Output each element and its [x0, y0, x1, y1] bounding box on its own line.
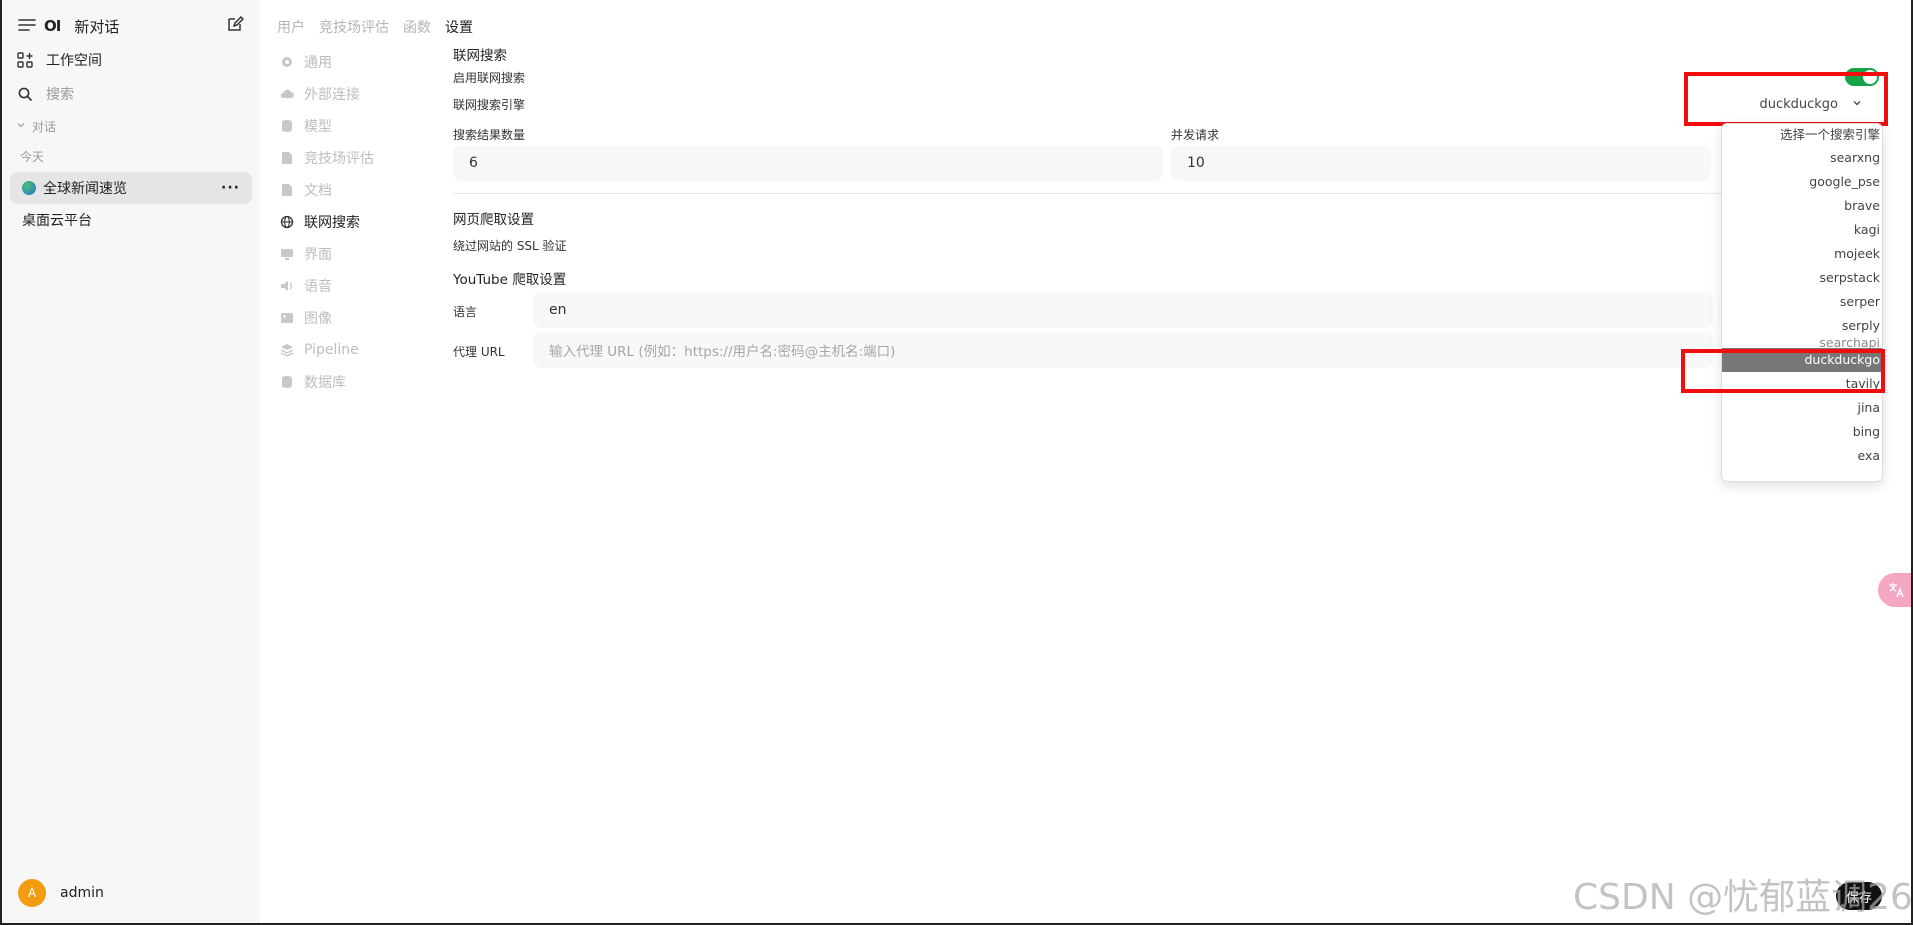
settings-nav-label: 通用 [304, 55, 332, 71]
avatar: A [18, 879, 46, 907]
settings-nav-label: 语音 [304, 279, 332, 295]
chat-item[interactable]: 桌面云平台 [10, 204, 252, 236]
dropdown-option[interactable]: google_pse [1722, 170, 1882, 194]
search-icon [16, 85, 34, 103]
document-icon [280, 151, 294, 165]
divider [453, 193, 1721, 194]
youtube-language-label: 语言 [453, 305, 478, 319]
tab-users[interactable]: 用户 [277, 17, 305, 37]
settings-nav-arena[interactable]: 竞技场评估 [280, 142, 430, 174]
dropdown-option[interactable]: exa [1722, 444, 1882, 468]
monitor-icon [280, 247, 294, 261]
youtube-language-input[interactable]: en [533, 292, 1713, 328]
tab-settings[interactable]: 设置 [445, 17, 473, 37]
settings-nav-documents[interactable]: 文档 [280, 174, 430, 206]
chats-header-label: 对话 [32, 119, 57, 134]
settings-nav-label: 外部连接 [304, 87, 360, 103]
chats-section-header[interactable]: 对话 [16, 116, 246, 136]
settings-nav-label: 图像 [304, 311, 332, 327]
settings-nav-connections[interactable]: 外部连接 [280, 78, 430, 110]
sidebar-search[interactable]: 搜索 [16, 80, 246, 108]
tab-functions[interactable]: 函数 [403, 17, 431, 37]
search-input[interactable]: 搜索 [46, 84, 74, 104]
speaker-icon [280, 279, 294, 293]
enable-web-search-label: 启用联网搜索 [453, 71, 526, 85]
sidebar-header: OI 新对话 [18, 12, 245, 40]
settings-nav-interface[interactable]: 界面 [280, 238, 430, 270]
search-engine-dropdown: 选择一个搜索引擎 searxng google_pse brave kagi m… [1721, 123, 1883, 482]
settings-nav-label: 文档 [304, 183, 332, 199]
logo[interactable]: OI [44, 17, 61, 35]
dropdown-option[interactable]: searxng [1722, 146, 1882, 170]
settings-nav-images[interactable]: 图像 [280, 302, 430, 334]
proxy-url-input[interactable]: 输入代理 URL (例如：https://用户名:密码@主机名:端口) [533, 332, 1713, 368]
settings-nav-label: 竞技场评估 [304, 151, 374, 167]
watermark: CSDN @忧郁蓝调26 [1573, 877, 1913, 918]
sidebar-item-label: 工作空间 [46, 53, 102, 69]
admin-tabs: 用户 竞技场评估 函数 设置 [277, 17, 473, 37]
chat-title: 桌面云平台 [22, 213, 92, 229]
dropdown-option[interactable]: jina [1722, 396, 1882, 420]
sidebar: OI 新对话 工作空间 搜索 对话 今天 全球新闻速览 ··· 桌面云平台 A … [2, 0, 260, 925]
section-title-web-search: 联网搜索 [453, 48, 507, 64]
chat-item[interactable]: 全球新闻速览 ··· [10, 172, 252, 204]
globe-emoji-icon [22, 181, 36, 195]
translate-icon[interactable] [1878, 573, 1913, 607]
dropdown-option[interactable]: serper [1722, 290, 1882, 314]
dropdown-option[interactable]: brave [1722, 194, 1882, 218]
cloud-icon [280, 87, 294, 101]
settings-nav-database[interactable]: 数据库 [280, 366, 430, 398]
settings-nav-label: 数据库 [304, 375, 346, 391]
more-options-icon[interactable]: ··· [221, 180, 240, 196]
section-title-crawl: 网页爬取设置 [453, 212, 534, 228]
settings-nav-models[interactable]: 模型 [280, 110, 430, 142]
tab-arena[interactable]: 竞技场评估 [319, 17, 389, 37]
dropdown-option[interactable]: serpstack [1722, 266, 1882, 290]
settings-nav-audio[interactable]: 语音 [280, 270, 430, 302]
dropdown-option[interactable]: mojeek [1722, 242, 1882, 266]
menu-icon[interactable] [18, 18, 36, 36]
highlight-box-option [1681, 349, 1885, 393]
result-count-label: 搜索结果数量 [453, 128, 526, 142]
settings-nav-label: 界面 [304, 247, 332, 263]
grid-icon [16, 51, 34, 69]
globe-icon [280, 215, 294, 229]
database-icon [280, 375, 294, 389]
chevron-down-icon [16, 119, 26, 133]
date-group-label: 今天 [20, 149, 45, 164]
concurrent-requests-label: 并发请求 [1171, 128, 1220, 142]
layers-icon [280, 343, 294, 357]
dropdown-option[interactable]: 选择一个搜索引擎 [1722, 124, 1882, 146]
document-icon [280, 183, 294, 197]
sidebar-item-workspace[interactable]: 工作空间 [16, 46, 246, 74]
bypass-ssl-label: 绕过网站的 SSL 验证 [453, 239, 567, 253]
user-name: admin [60, 885, 104, 901]
settings-nav-label: 模型 [304, 119, 332, 135]
new-chat-button[interactable]: 新对话 [74, 16, 119, 37]
result-count-input[interactable]: 6 [453, 145, 1163, 181]
user-menu[interactable]: A admin [18, 879, 104, 907]
search-engine-label: 联网搜索引擎 [453, 98, 526, 112]
settings-nav-web-search[interactable]: 联网搜索 [280, 206, 430, 238]
chat-title: 全球新闻速览 [43, 181, 127, 197]
settings-nav-label: Pipeline [304, 342, 359, 358]
dropdown-option[interactable]: searchapi [1722, 338, 1882, 348]
settings-nav-label: 联网搜索 [304, 215, 360, 231]
concurrent-requests-input[interactable]: 10 [1171, 145, 1711, 181]
gear-icon [280, 55, 294, 69]
proxy-url-label: 代理 URL [453, 345, 505, 359]
settings-nav-general[interactable]: 通用 [280, 46, 430, 78]
dropdown-option[interactable]: kagi [1722, 218, 1882, 242]
database-icon [280, 119, 294, 133]
section-title-youtube: YouTube 爬取设置 [453, 272, 567, 288]
settings-nav: 通用 外部连接 模型 竞技场评估 文档 联网搜索 界面 语音 图像 Pipeli… [280, 46, 430, 398]
edit-icon[interactable] [226, 15, 245, 37]
settings-nav-pipelines[interactable]: Pipeline [280, 334, 430, 366]
dropdown-option[interactable]: serply [1722, 314, 1882, 338]
dropdown-option[interactable]: bing [1722, 420, 1882, 444]
image-icon [280, 311, 294, 325]
highlight-box-select [1684, 72, 1888, 126]
